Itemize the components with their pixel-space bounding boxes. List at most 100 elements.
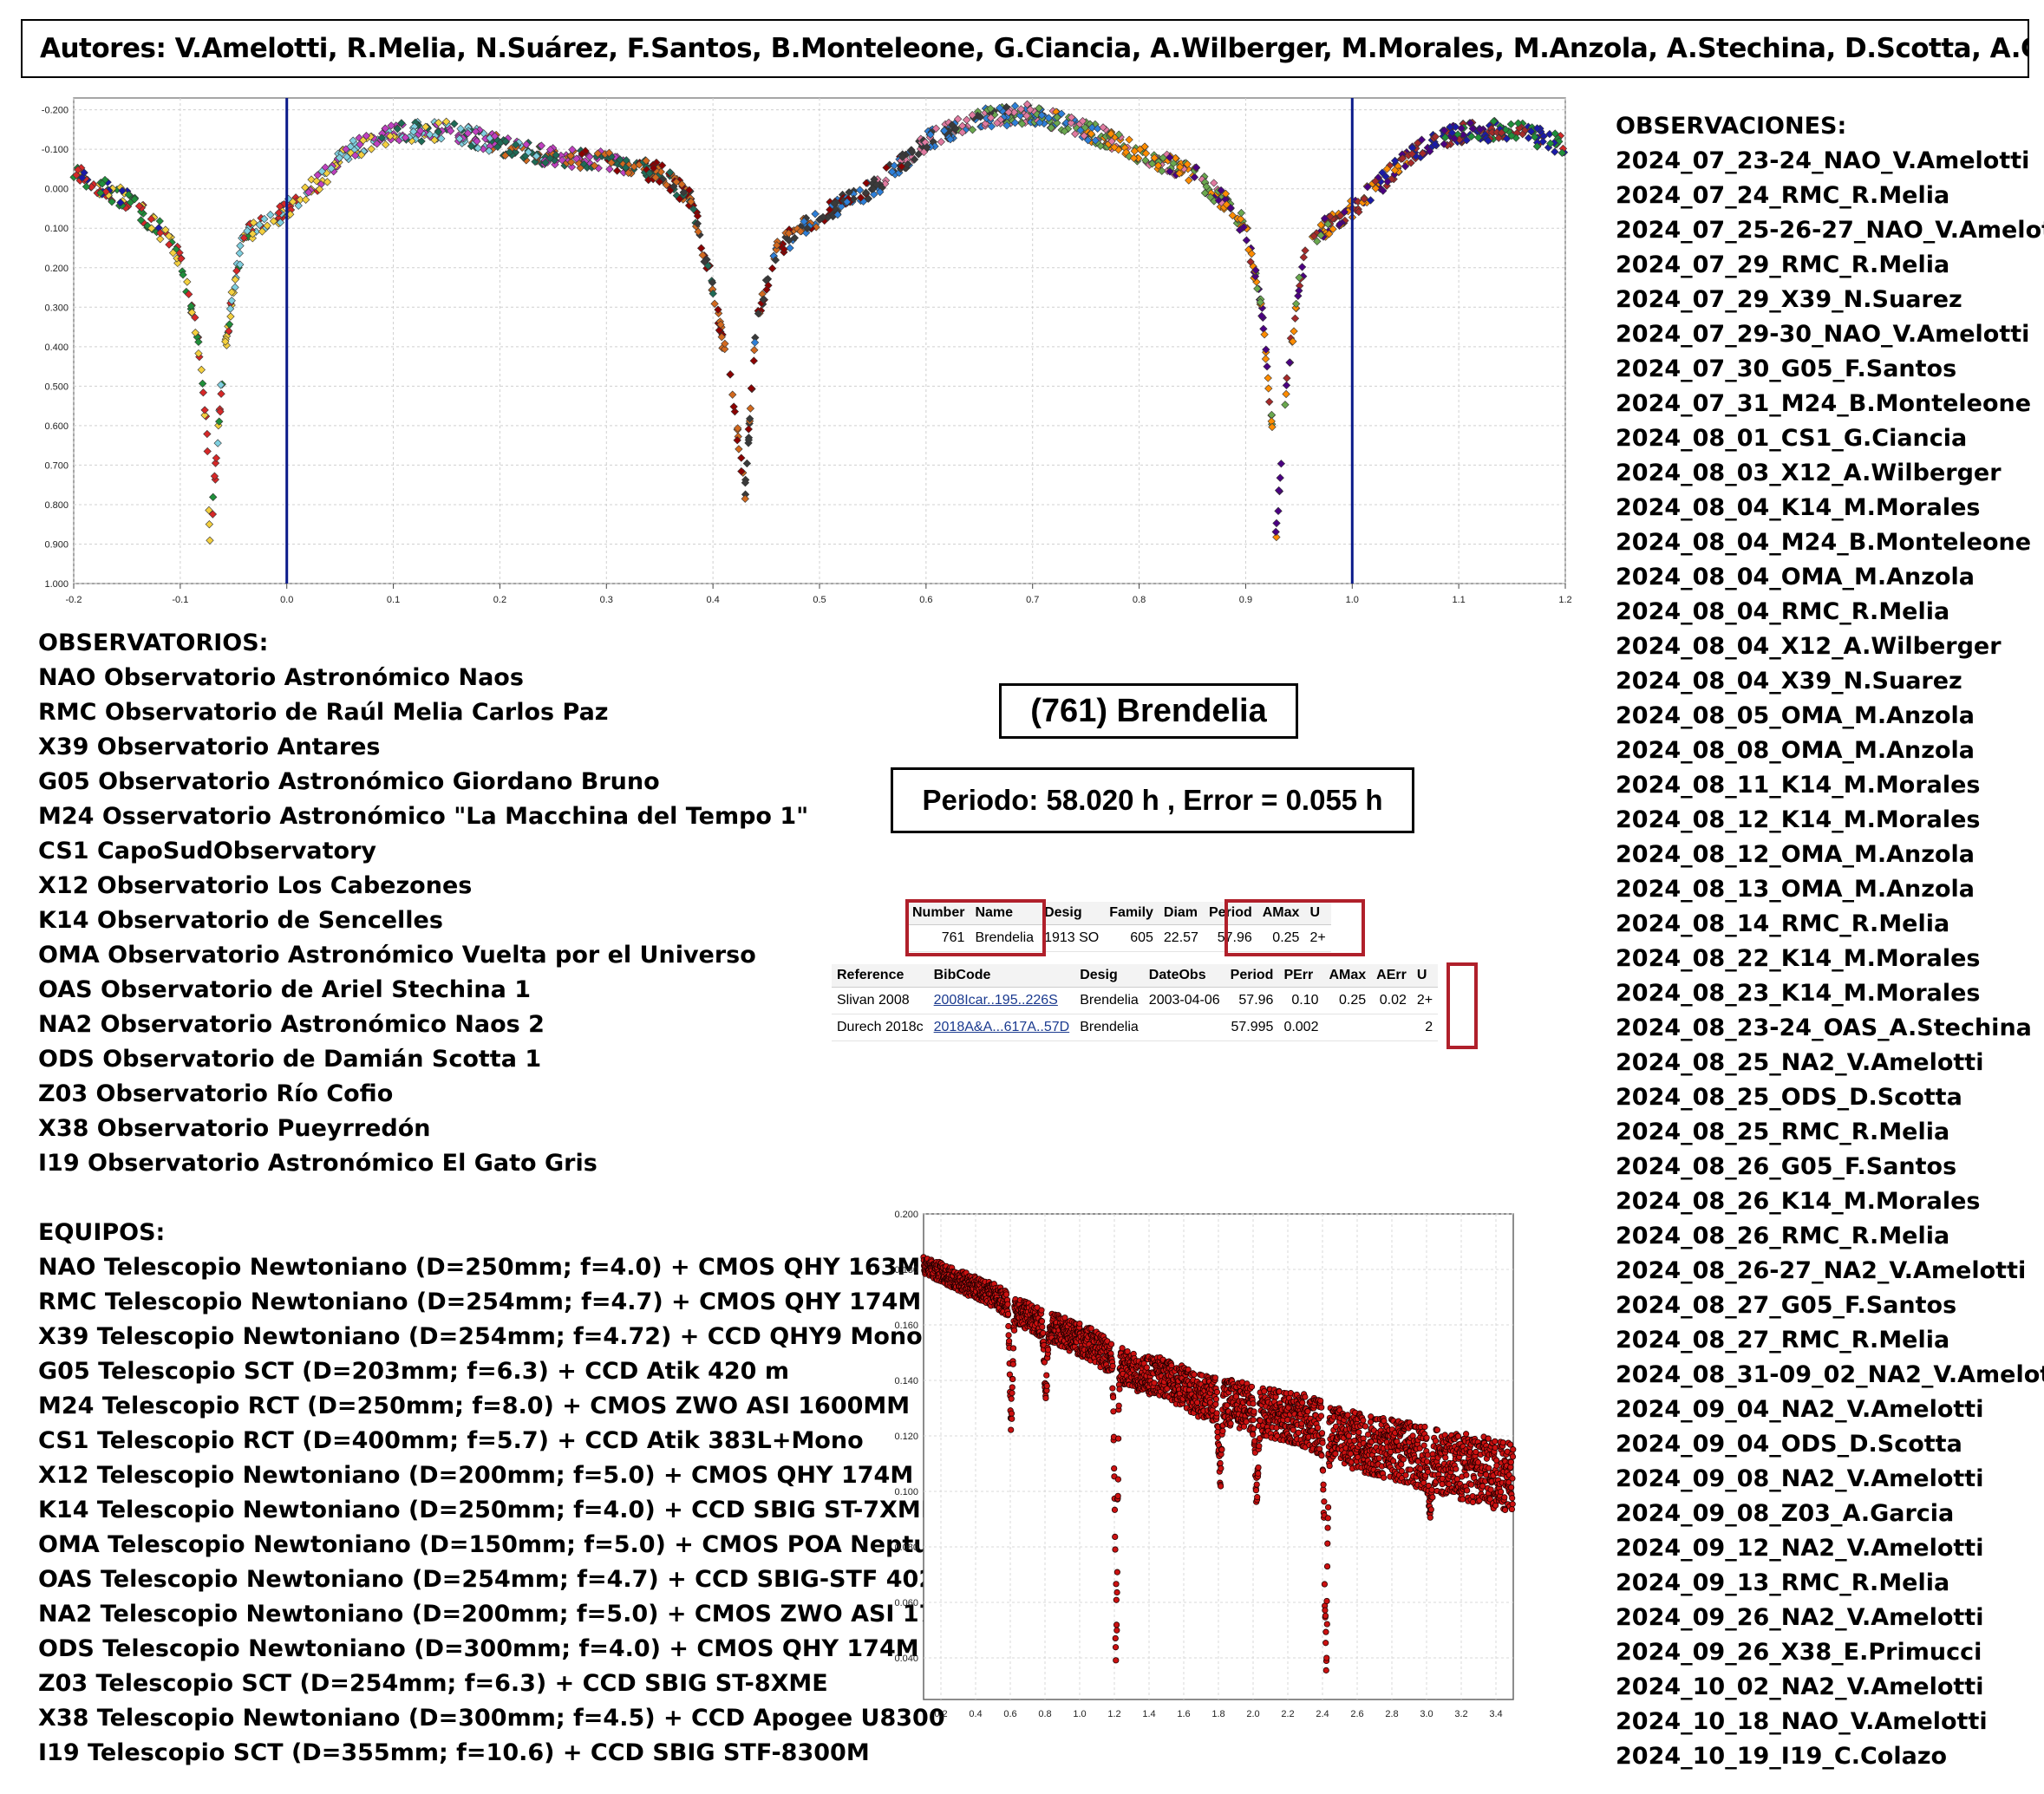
data-point (1009, 1375, 1016, 1383)
x-tick-label: 1.0 (1346, 595, 1359, 605)
data-point (1492, 1502, 1499, 1509)
data-point (1317, 1397, 1324, 1405)
data-point (1113, 1569, 1120, 1575)
observacion-item: 2024_08_26_RMC_R.Melia (1616, 1223, 1950, 1249)
y-tick-label: 0.000 (44, 185, 69, 195)
table-cell[interactable]: 2018A&A...617A..57D (928, 1014, 1075, 1041)
y-tick-label: 0.080 (894, 1543, 918, 1553)
y-tick-label: 0.200 (894, 1210, 918, 1220)
observacion-item: 2024_07_29-30_NAO_V.Amelotti (1616, 321, 2030, 348)
table-cell: 2+ (1411, 987, 1439, 1014)
x-tick-label: 0.8 (1133, 595, 1146, 605)
data-point (1323, 1562, 1331, 1570)
observacion-item: 2024_09_08_Z03_A.Garcia (1616, 1500, 1955, 1527)
table-cell: 57.96 (1224, 987, 1279, 1014)
x-tick-label: 0.1 (387, 595, 400, 605)
data-point (1400, 1456, 1407, 1463)
observatorio-item: I19 Observatorio Astronómico El Gato Gri… (38, 1150, 598, 1177)
observacion-item: 2024_08_08_OMA_M.Anzola (1616, 737, 1975, 764)
observacion-item: 2024_08_26-27_NA2_V.Amelotti (1616, 1257, 2027, 1284)
data-point (1043, 1382, 1050, 1389)
x-tick-label: 0.8 (1038, 1709, 1051, 1719)
data-point (1112, 1634, 1119, 1642)
y-tick-label: 0.500 (44, 382, 69, 392)
x-tick-label: 0.5 (813, 595, 826, 605)
y-tick-label: -0.100 (42, 145, 69, 155)
data-point (1432, 1438, 1440, 1445)
y-tick-label: 0.180 (894, 1265, 918, 1275)
x-tick-label: 0.2 (493, 595, 506, 605)
observacion-item: 2024_09_08_NA2_V.Amelotti (1616, 1465, 1984, 1492)
data-point (1508, 1484, 1515, 1491)
data-point (1009, 1415, 1015, 1422)
x-tick-label: -0.2 (66, 595, 82, 605)
observacion-item: 2024_08_25_NA2_V.Amelotti (1616, 1049, 1984, 1076)
x-tick-label: 1.2 (1107, 1709, 1120, 1719)
table-header: Desig (1039, 902, 1105, 925)
data-point (1038, 1318, 1046, 1325)
observacion-item: 2024_08_14_RMC_R.Melia (1616, 910, 1950, 937)
data-point (1211, 1374, 1218, 1381)
data-point (1253, 1481, 1260, 1488)
data-point (1318, 1404, 1325, 1411)
data-point (1318, 1430, 1326, 1437)
data-point (1250, 1416, 1257, 1424)
data-point (1509, 1453, 1517, 1460)
y-tick-label: 0.120 (894, 1432, 918, 1442)
table-header: Period (1224, 964, 1279, 988)
data-point (1251, 1408, 1257, 1415)
data-point (1194, 1399, 1201, 1406)
x-tick-label: 3.2 (1454, 1709, 1467, 1719)
y-tick-label: 0.300 (44, 303, 69, 313)
observacion-item: 2024_08_05_OMA_M.Anzola (1616, 702, 1975, 729)
data-point (1113, 1627, 1120, 1634)
data-point (1344, 1412, 1351, 1419)
table-cell: 0.10 (1278, 987, 1324, 1014)
data-point (1381, 1474, 1388, 1481)
table-header: Family (1104, 902, 1159, 925)
data-point (1324, 1524, 1331, 1531)
data-point (1407, 1466, 1414, 1473)
observacion-item: 2024_08_13_OMA_M.Anzola (1616, 876, 1975, 903)
table-header: AMax (1323, 964, 1372, 988)
data-point (1008, 1410, 1015, 1417)
x-tick-label: 0.6 (1003, 1709, 1016, 1719)
data-point (1314, 1424, 1322, 1432)
data-point (1402, 1471, 1409, 1478)
data-point (1423, 1434, 1430, 1441)
table-cell[interactable]: 2008Icar..195..226S (928, 987, 1075, 1014)
data-point (1365, 1431, 1372, 1438)
observacion-item: 2024_08_04_X39_N.Suarez (1616, 668, 1962, 695)
data-point (1213, 1410, 1220, 1417)
lcdb-references-table: Reference BibCode Desig DateObs Period PErr AM… (832, 964, 1439, 1041)
table-header: PErr (1278, 964, 1324, 988)
data-point (1261, 1387, 1268, 1395)
data-point (1250, 1425, 1257, 1432)
data-point (1039, 1323, 1046, 1331)
observacion-item: 2024_08_04_M24_B.Monteleone (1616, 529, 2032, 556)
table-cell (1323, 1014, 1372, 1041)
data-point (1498, 1488, 1505, 1496)
data-point (1009, 1389, 1015, 1397)
equipo-item: G05 Telescopio SCT (D=203mm; f=6.3) + CC… (38, 1358, 789, 1385)
observacion-item: 2024_09_26_NA2_V.Amelotti (1616, 1604, 1984, 1631)
observacion-item: 2024_08_26_K14_M.Morales (1616, 1188, 1981, 1215)
data-point (1004, 1301, 1011, 1308)
data-point (1486, 1465, 1492, 1471)
table-header: BibCode (928, 964, 1075, 988)
observatorio-item: M24 Osservatorio Astronómico "La Macchin… (38, 803, 809, 830)
data-point (1323, 1621, 1330, 1628)
data-point (1462, 1431, 1470, 1438)
data-point (1248, 1383, 1256, 1390)
x-tick-label: 2.0 (1246, 1709, 1259, 1719)
data-point (1011, 1327, 1018, 1334)
data-point (1005, 1322, 1012, 1330)
data-point (1254, 1494, 1261, 1501)
observaciones-list: OBSERVACIONES: 2024_07_23-24_NAO_V.Amelo… (1616, 109, 2044, 1774)
observacion-item: 2024_07_29_RMC_R.Melia (1616, 251, 1950, 278)
x-tick-label: 2.4 (1316, 1709, 1329, 1719)
data-point (1107, 1341, 1115, 1347)
asteroid-name: (761) Brendelia (1030, 692, 1267, 729)
data-point (1112, 1533, 1119, 1541)
data-point (1322, 1628, 1329, 1635)
